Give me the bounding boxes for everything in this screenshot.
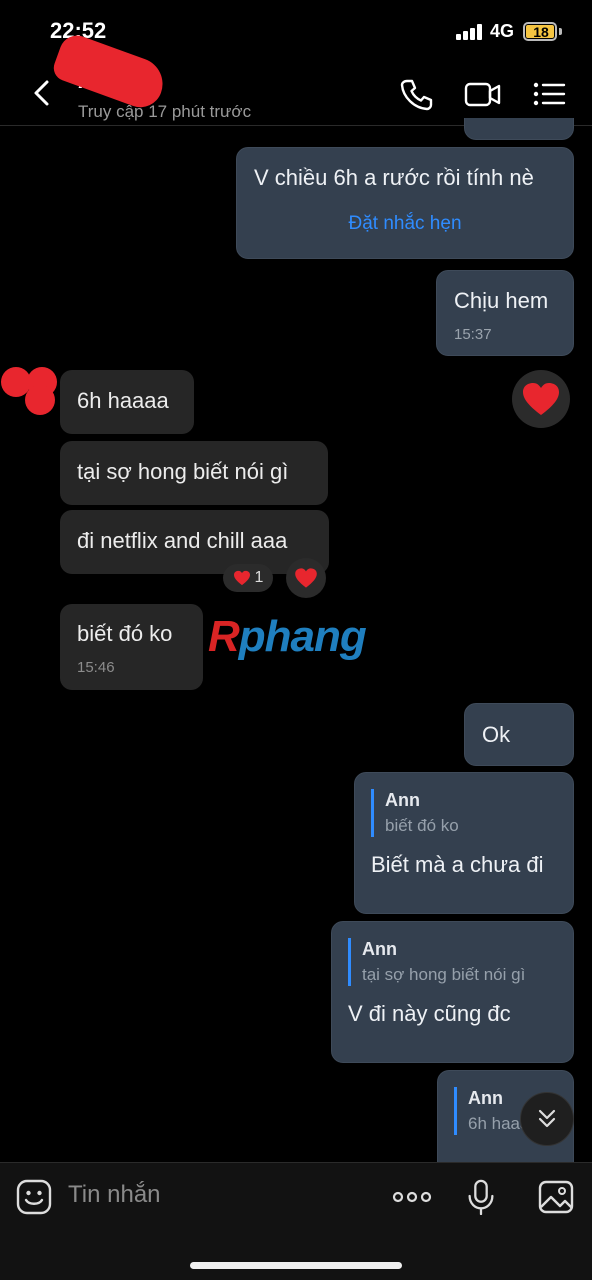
message-composer xyxy=(0,1162,592,1280)
message-text: Biết mà a chưa đi xyxy=(371,852,544,877)
message-text: tại sợ hong biết nói gì xyxy=(77,459,289,484)
message-bubble-reply[interactable]: Ann tại sợ hong biết nói gì V đi này cũn… xyxy=(331,921,574,1063)
message-bubble-outgoing[interactable]: Ok xyxy=(464,703,574,766)
message-text: V chiều 6h a rước rồi tính nè xyxy=(254,165,534,190)
heart-icon xyxy=(523,383,559,415)
message-text: biết đó ko xyxy=(77,621,173,646)
image-gallery-icon[interactable] xyxy=(538,1179,574,1215)
quoted-text: tại sợ hong biết nói gì xyxy=(362,965,526,984)
message-bubble-reply[interactable]: Ann biết đó ko Biết mà a chưa đi xyxy=(354,772,574,914)
message-bubble-incoming[interactable]: biết đó ko 15:46 xyxy=(60,604,203,690)
home-indicator xyxy=(190,1262,402,1269)
sticker-emoji-icon[interactable] xyxy=(16,1179,52,1215)
message-time: 15:46 xyxy=(77,659,115,676)
message-bubble-partial xyxy=(464,118,574,140)
battery-level: 18 xyxy=(533,24,549,40)
microphone-icon[interactable] xyxy=(466,1179,496,1215)
battery-icon: 18 xyxy=(523,22,557,41)
quoted-message[interactable]: Ann biết đó ko xyxy=(371,789,557,837)
message-bubble-incoming[interactable]: 6h haaaa xyxy=(60,370,194,434)
signal-icon xyxy=(456,24,484,40)
double-chevron-down-icon xyxy=(538,1109,556,1128)
message-bubble-incoming[interactable]: tại sợ hong biết nói gì xyxy=(60,441,328,505)
chat-header: Ann Truy cập 17 phút trước xyxy=(0,30,592,126)
video-call-icon[interactable] xyxy=(464,76,502,112)
message-bubble-outgoing[interactable]: V chiều 6h a rước rồi tính nè Đặt nhắc h… xyxy=(236,147,574,259)
phone-call-icon[interactable] xyxy=(398,76,434,112)
message-bubble-outgoing[interactable]: Chịu hem 15:37 xyxy=(436,270,574,356)
quoted-message[interactable]: Ann tại sợ hong biết nói gì xyxy=(348,938,557,986)
heart-reaction-button[interactable] xyxy=(512,370,570,428)
network-type: 4G xyxy=(490,21,515,41)
watermark-logo: Rphang xyxy=(208,612,367,661)
message-text: Chịu hem xyxy=(454,288,549,313)
quoted-text: biết đó ko xyxy=(385,816,459,835)
message-input[interactable] xyxy=(68,1181,368,1209)
quoted-sender: Ann xyxy=(385,790,420,810)
heart-icon xyxy=(233,570,250,586)
message-text: V đi này cũng đc xyxy=(348,1001,511,1026)
reaction-count-chip[interactable]: 1 xyxy=(223,564,273,592)
back-chevron-icon[interactable] xyxy=(28,78,56,108)
message-text: Ok xyxy=(482,722,511,747)
reaction-count: 1 xyxy=(254,569,264,586)
menu-list-icon[interactable] xyxy=(532,76,566,112)
more-options-icon[interactable] xyxy=(392,1179,432,1215)
message-time: 15:37 xyxy=(454,326,492,343)
add-reaction-button[interactable] xyxy=(286,558,326,598)
last-seen-status: Truy cập 17 phút trước xyxy=(78,102,252,121)
avatar-redacted xyxy=(1,367,57,415)
message-text: 6h haaaa xyxy=(77,388,169,413)
set-reminder-link[interactable]: Đặt nhắc hẹn xyxy=(254,210,556,238)
scroll-to-bottom-button[interactable] xyxy=(520,1092,574,1146)
message-bubble-incoming[interactable]: đi netflix and chill aaa xyxy=(60,510,329,574)
quoted-sender: Ann xyxy=(362,939,397,959)
heart-icon xyxy=(295,568,317,588)
message-text: đi netflix and chill aaa xyxy=(77,528,288,553)
